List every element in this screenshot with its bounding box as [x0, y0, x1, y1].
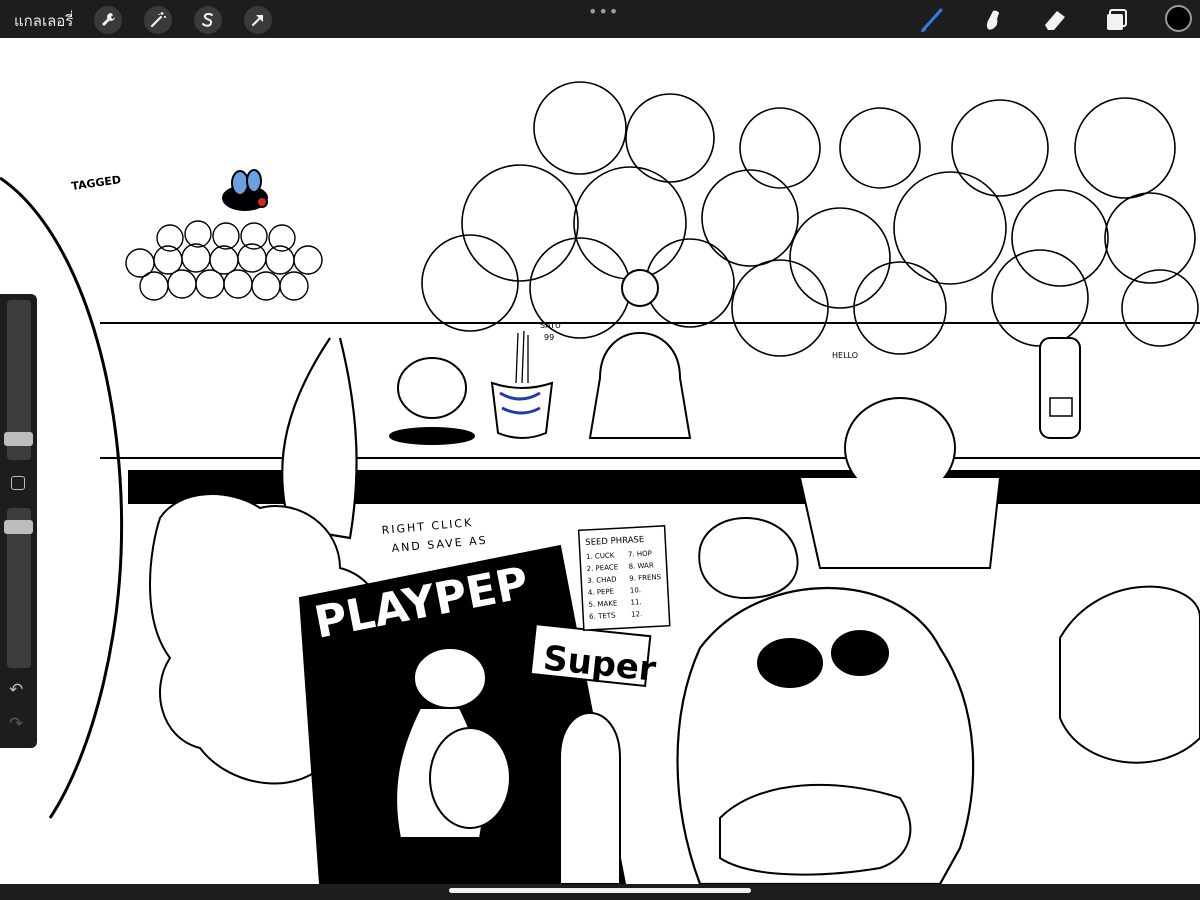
svg-text:4. PEPE: 4. PEPE [588, 588, 615, 597]
gallery-button[interactable]: แกลเลอรี่ [14, 9, 73, 33]
current-color-swatch[interactable] [1165, 5, 1192, 32]
top-toolbar: แกลเลอรี่ ••• [0, 0, 1200, 38]
note-line-1: RIGHT CLICK [381, 516, 474, 537]
svg-text:12.: 12. [631, 610, 643, 619]
svg-text:2. PEACE: 2. PEACE [586, 563, 618, 573]
satu-number: 99 [544, 333, 554, 342]
fly-drawing [222, 169, 268, 211]
hello-label: HELLO [832, 351, 858, 360]
frog-small [698, 517, 799, 600]
crocodile-drawing [676, 587, 975, 884]
seated-statue [588, 269, 692, 439]
tagged-label: TAGGED [71, 173, 122, 193]
more-options-dots[interactable]: ••• [588, 2, 619, 21]
blob-creature [559, 712, 621, 884]
svg-text:3. CHAD: 3. CHAD [587, 575, 617, 585]
selection-s-icon[interactable] [194, 6, 222, 34]
ball-pit [125, 220, 323, 301]
brush-sidebar: ↶ ↷ [0, 294, 37, 748]
jar-character [1039, 337, 1081, 439]
right-face [1059, 585, 1200, 764]
svg-text:8. WAR: 8. WAR [628, 561, 654, 570]
artwork-illustration: PLAYPEP Super RIGHT CLICK AND SAVE AS SE… [0, 81, 1200, 884]
transform-arrow-icon[interactable] [244, 6, 272, 34]
apple-crowd [421, 81, 1199, 357]
svg-text:9. FRENS: 9. FRENS [629, 573, 662, 583]
smudge-icon[interactable] [978, 5, 1008, 35]
undo-icon[interactable]: ↶ [9, 680, 23, 700]
note-line-2: AND SAVE AS [391, 534, 488, 555]
svg-text:1. CUCK: 1. CUCK [586, 551, 615, 560]
brush-size-thumb[interactable] [4, 432, 33, 446]
home-indicator[interactable] [449, 888, 751, 893]
svg-text:10.: 10. [630, 586, 642, 595]
incense-bowl [490, 330, 554, 439]
seed-phrase-paper: SEED PHRASE 1. CUCK 2. PEACE 3. CHAD 4. … [577, 525, 671, 631]
brush-opacity-thumb[interactable] [4, 520, 33, 534]
satu-label: SATU [540, 321, 561, 330]
actions-wrench-icon[interactable] [94, 6, 122, 34]
svg-text:7. HOP: 7. HOP [628, 550, 652, 559]
svg-text:11.: 11. [630, 598, 642, 607]
svg-text:6. TETS: 6. TETS [589, 612, 616, 621]
brush-icon[interactable] [917, 5, 947, 35]
frog-figurine [389, 357, 475, 445]
drawing-canvas[interactable]: PLAYPEP Super RIGHT CLICK AND SAVE AS SE… [0, 38, 1200, 884]
svg-text:5. MAKE: 5. MAKE [588, 599, 617, 608]
eraser-icon[interactable] [1040, 5, 1070, 35]
white-creature [799, 397, 1001, 569]
redo-icon[interactable]: ↷ [9, 714, 23, 734]
modify-button[interactable] [11, 476, 25, 490]
adjustments-wand-icon[interactable] [144, 6, 172, 34]
layers-icon[interactable] [1102, 5, 1132, 35]
